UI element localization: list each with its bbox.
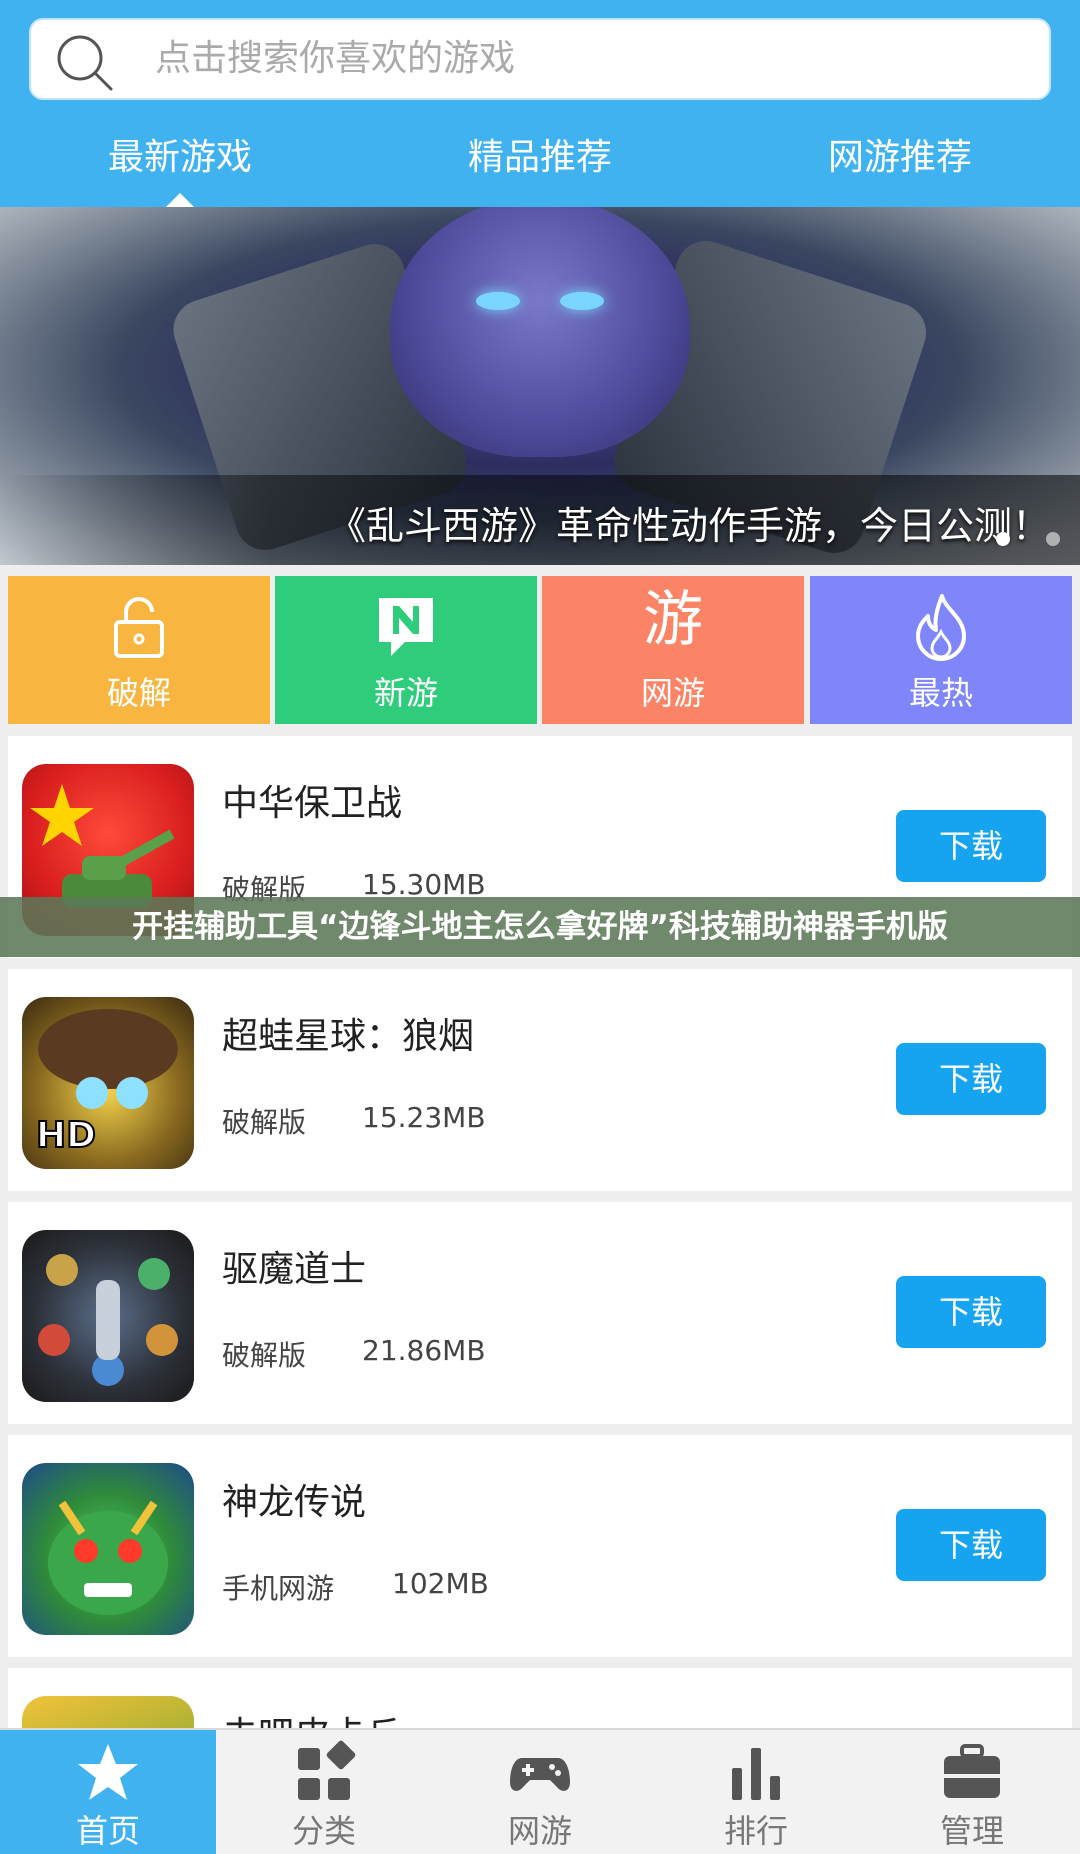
app-name: 超蛙星球：狼烟 [222,1016,475,1057]
category-cracked[interactable]: 破解 [8,576,270,724]
flame-icon [916,594,966,661]
app-icon [22,1463,194,1635]
download-button[interactable]: 下载 [896,1276,1046,1348]
app-header: 点击搜索你喜欢的游戏 最新游戏 精品推荐 网游推荐 [0,0,1080,207]
bar-chart-icon [732,1748,780,1800]
app-list-item[interactable]: 驱魔道士 破解版 21.86MB 下载 [8,1202,1072,1424]
app-size: 102MB [392,1567,489,1600]
carousel-dot[interactable] [1046,532,1060,546]
dragon-icon [48,1500,168,1615]
banner-art-eyes [470,292,610,322]
toolbox-icon [944,1744,1000,1798]
nav-manage[interactable]: 管理 [864,1730,1080,1854]
download-button[interactable]: 下载 [896,810,1046,882]
overlay-caption: 开挂辅助工具“边锋斗地主怎么拿好牌”科技辅助神器手机版 [132,909,948,945]
nav-category[interactable]: 分类 [216,1730,432,1854]
app-name: 中华保卫战 [222,783,403,824]
app-size: 15.23MB [362,1101,486,1134]
app-size: 21.86MB [362,1334,486,1367]
category-new[interactable]: 新游 [275,576,537,724]
tab-featured[interactable]: 精品推荐 [360,118,720,198]
bottom-navigation: 首页 分类 网游 排行 管理 [0,1728,1080,1854]
category-label: 新游 [373,674,438,712]
tab-online-games[interactable]: 网游推荐 [720,118,1080,198]
app-type: 破解版 [222,1106,307,1139]
app-name: 驱魔道士 [222,1249,367,1290]
search-icon [57,35,113,91]
new-badge-icon [379,598,433,656]
banner-art-character [390,207,690,457]
app-icon [22,1230,194,1402]
star-icon [78,1744,138,1800]
active-tab-indicator [166,193,194,207]
category-label: 破解 [106,674,171,712]
app-list-item[interactable]: 神龙传说 手机网游 102MB 下载 [8,1435,1072,1657]
tab-latest-games[interactable]: 最新游戏 [0,118,360,198]
nav-label: 管理 [939,1812,1004,1850]
svg-text:HD: HD [36,1115,96,1156]
promo-banner[interactable]: 《乱斗西游》革命性动作手游，今日公测！ [0,207,1080,565]
category-label: 最热 [908,674,973,712]
you-glyph-icon: 游 [643,585,703,655]
search-placeholder: 点击搜索你喜欢的游戏 [155,38,516,79]
nav-ranking[interactable]: 排行 [648,1730,864,1854]
banner-caption: 《乱斗西游》革命性动作手游，今日公测！ [327,504,1050,548]
download-button[interactable]: 下载 [896,1509,1046,1581]
category-label: 网游 [640,674,705,712]
category-hottest[interactable]: 最热 [810,576,1072,724]
nav-label: 网游 [507,1812,572,1850]
nav-online-games[interactable]: 网游 [432,1730,648,1854]
unlock-icon [114,597,164,658]
app-name: 神龙传说 [222,1482,367,1523]
nav-home[interactable]: 首页 [0,1730,216,1854]
carousel-dot-active[interactable] [996,532,1010,546]
download-button[interactable]: 下载 [896,1043,1046,1115]
taoist-orbs-icon [38,1254,178,1386]
app-type: 手机网游 [222,1572,335,1605]
overlay-caption-strip: 开挂辅助工具“边锋斗地主怎么拿好牌”科技辅助神器手机版 [0,897,1080,957]
frog-helmet-icon: HD [35,1009,178,1157]
gamepad-icon [510,1758,570,1791]
search-bar[interactable]: 点击搜索你喜欢的游戏 [29,18,1051,100]
category-online[interactable]: 游 网游 [542,576,804,724]
app-list-item[interactable]: HD 超蛙星球：狼烟 破解版 15.23MB 下载 [8,969,1072,1191]
category-grid-icon [298,1740,356,1800]
app-type: 破解版 [222,1339,307,1372]
app-icon: HD [22,997,194,1169]
nav-label: 排行 [723,1812,788,1850]
top-tabs: 最新游戏 精品推荐 网游推荐 [0,118,1080,198]
nav-label: 首页 [75,1812,140,1850]
nav-label: 分类 [291,1812,356,1850]
